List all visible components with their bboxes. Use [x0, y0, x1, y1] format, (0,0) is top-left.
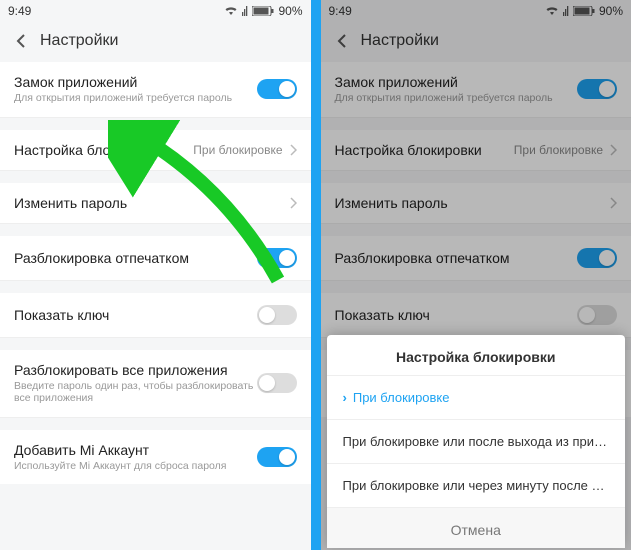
settings-list: Замок приложений Для открытия приложений…: [0, 62, 311, 484]
item-title: Настройка блокировки: [14, 142, 193, 158]
toggle-show-key[interactable]: [257, 305, 297, 325]
item-app-lock[interactable]: Замок приложений Для открытия приложений…: [0, 62, 311, 118]
chevron-right-icon: ›: [343, 390, 347, 405]
header: Настройки: [0, 22, 311, 62]
item-fingerprint[interactable]: Разблокировка отпечатком: [0, 236, 311, 281]
item-value: При блокировке: [193, 143, 282, 157]
sheet-title: Настройка блокировки: [327, 335, 626, 375]
toggle-unlock-all[interactable]: [257, 373, 297, 393]
item-lock-setting[interactable]: Настройка блокировки При блокировке: [0, 130, 311, 171]
item-title: Показать ключ: [14, 307, 257, 323]
toggle-fingerprint[interactable]: [257, 248, 297, 268]
sheet-cancel[interactable]: Отмена: [327, 507, 626, 548]
chevron-right-icon: [289, 197, 297, 209]
wifi-icon: [224, 6, 238, 16]
item-show-key[interactable]: Показать ключ: [0, 293, 311, 338]
sheet-option-label: При блокировке: [353, 390, 450, 405]
toggle-app-lock[interactable]: [257, 79, 297, 99]
sheet-option-2[interactable]: При блокировке или после выхода из прило…: [327, 419, 626, 463]
item-title: Добавить Mi Аккаунт: [14, 442, 257, 458]
page-title: Настройки: [40, 32, 118, 50]
sheet-option-3[interactable]: При блокировке или через минуту после вы…: [327, 463, 626, 507]
item-title: Разблокировать все приложения: [14, 362, 257, 378]
status-bar: 9:49 90%: [0, 0, 311, 22]
item-subtitle: Для открытия приложений требуется пароль: [14, 92, 257, 105]
item-unlock-all[interactable]: Разблокировать все приложения Введите па…: [0, 350, 311, 418]
item-title: Разблокировка отпечатком: [14, 250, 257, 266]
status-time: 9:49: [8, 4, 31, 18]
signal-icon: [242, 6, 248, 16]
item-title: Изменить пароль: [14, 195, 289, 211]
battery-icon: [252, 6, 274, 16]
chevron-right-icon: [289, 144, 297, 156]
item-mi-account[interactable]: Добавить Mi Аккаунт Используйте Mi Аккау…: [0, 430, 311, 485]
item-subtitle: Введите пароль один раз, чтобы разблокир…: [14, 380, 257, 405]
status-icons: 90%: [224, 4, 302, 18]
battery-percent: 90%: [278, 4, 302, 18]
item-change-password[interactable]: Изменить пароль: [0, 183, 311, 224]
toggle-mi-account[interactable]: [257, 447, 297, 467]
screen-left: 9:49 90% Настройки: [0, 0, 311, 550]
back-icon[interactable]: [12, 32, 30, 50]
action-sheet: Настройка блокировки › При блокировке При…: [327, 335, 626, 548]
sheet-option-1[interactable]: › При блокировке: [327, 375, 626, 419]
screen-right: 9:49 90% Настройки: [321, 0, 631, 550]
item-subtitle: Используйте Mi Аккаунт для сброса пароля: [14, 460, 257, 473]
item-title: Замок приложений: [14, 74, 257, 90]
